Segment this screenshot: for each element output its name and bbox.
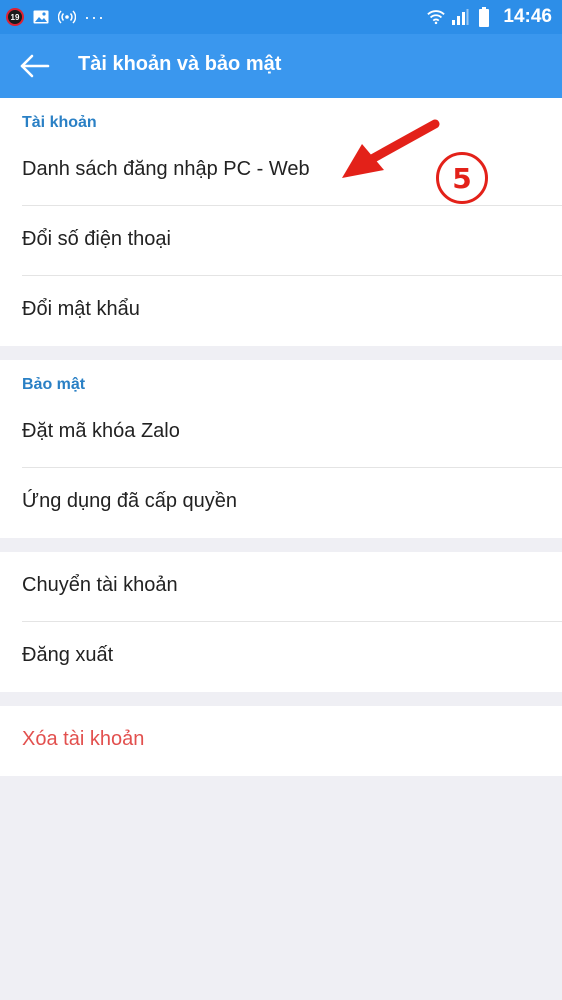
clock: 14:46: [503, 6, 552, 27]
menu-item-label-delete: Xóa tài khoản: [22, 728, 145, 750]
status-bar: 19 ··· 14:46: [0, 0, 562, 34]
hotspot-icon: [58, 8, 76, 26]
menu-item-authorized-apps[interactable]: Ứng dụng đã cấp quyền: [0, 468, 562, 538]
section-header-account: Tài khoản: [22, 114, 97, 131]
annotation-arrow-icon: [342, 119, 440, 178]
menu-item-label: Ứng dụng đã cấp quyền: [22, 490, 238, 512]
menu-item-zalo-lock[interactable]: Đặt mã khóa Zalo: [0, 398, 562, 468]
status-bar-left: 19 ···: [6, 6, 105, 28]
page-title: Tài khoản và bảo mật: [78, 53, 282, 75]
menu-item-label: Đổi số điện thoại: [22, 228, 171, 250]
annotation-step-number: 5: [436, 152, 488, 204]
menu-item-logout[interactable]: Đăng xuất: [0, 622, 562, 692]
wifi-icon: [427, 8, 446, 26]
battery-icon: [475, 7, 493, 27]
menu-item-switch-account[interactable]: Chuyển tài khoản: [0, 552, 562, 622]
section-account: Tài khoản Danh sách đăng nhập PC - Web Đ…: [0, 98, 562, 346]
menu-item-label: Đăng xuất: [22, 644, 114, 666]
menu-item-label: Chuyển tài khoản: [22, 574, 178, 596]
section-header-security: Bảo mật: [22, 376, 86, 393]
section-security: Bảo mật Đặt mã khóa Zalo Ứng dụng đã cấp…: [0, 360, 562, 538]
image-icon: [32, 8, 50, 26]
notification-badge: 19: [6, 8, 24, 26]
menu-item-change-phone[interactable]: Đổi số điện thoại: [0, 206, 562, 276]
app-bar: Tài khoản và bảo mật: [0, 34, 562, 98]
menu-item-label: Đổi mật khẩu: [22, 298, 140, 320]
section-danger: Xóa tài khoản: [0, 706, 562, 776]
menu-item-label: Danh sách đăng nhập PC - Web: [22, 158, 310, 180]
menu-item-change-password[interactable]: Đổi mật khẩu: [0, 276, 562, 346]
menu-item-delete-account[interactable]: Xóa tài khoản: [0, 706, 562, 776]
back-arrow-icon[interactable]: [18, 52, 52, 80]
status-bar-right: 14:46: [427, 5, 552, 29]
menu-item-label: Đặt mã khóa Zalo: [22, 420, 180, 442]
more-dots-icon: ···: [84, 7, 105, 27]
section-session: Chuyển tài khoản Đăng xuất: [0, 552, 562, 692]
signal-icon: [451, 8, 469, 26]
